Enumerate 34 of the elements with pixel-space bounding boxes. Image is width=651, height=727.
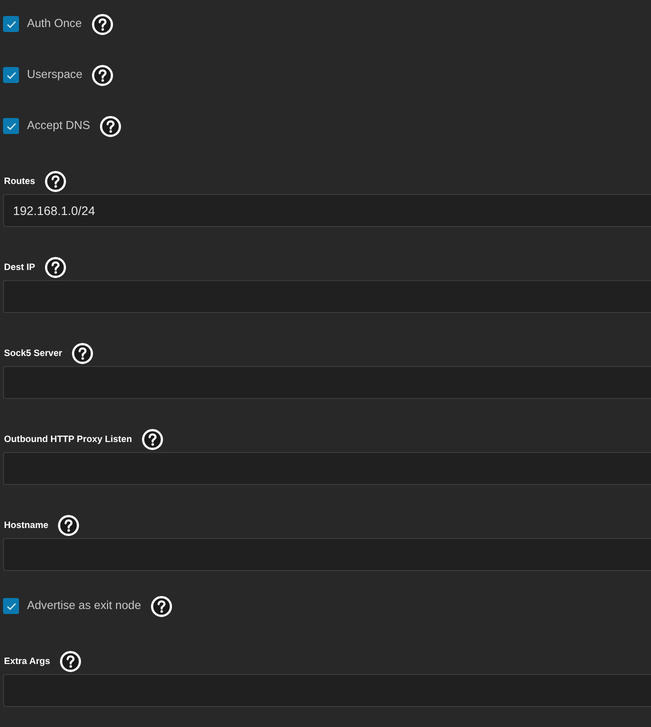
field-label: Extra Args (4, 654, 50, 668)
help-icon[interactable] (100, 116, 122, 136)
help-icon[interactable] (151, 596, 172, 616)
field-label: Dest IP (4, 260, 36, 274)
field-label: Sock5 Server (4, 346, 62, 360)
field-label: Outbound HTTP Proxy Listen (4, 432, 132, 446)
input-field[interactable] (3, 538, 651, 571)
checkmark-icon (6, 72, 16, 78)
checkbox[interactable] (3, 67, 19, 83)
help-icon[interactable] (45, 256, 66, 278)
input-field[interactable]: 192.168.1.0/24 (3, 194, 651, 227)
checkbox-label[interactable]: Auth Once (27, 16, 82, 32)
checkmark-icon (6, 122, 16, 130)
field-label: Hostname (4, 518, 48, 532)
checkmark-icon (6, 20, 16, 28)
help-icon[interactable] (58, 514, 80, 536)
help-icon[interactable] (92, 64, 114, 86)
field-label: Routes (4, 174, 36, 188)
checkbox-label[interactable]: Advertise as exit node (27, 598, 142, 614)
checkmark-icon (6, 602, 16, 610)
checkbox[interactable] (3, 598, 19, 614)
input-field[interactable] (3, 366, 651, 399)
help-icon[interactable] (45, 170, 66, 192)
checkbox-label[interactable]: Userspace (27, 67, 82, 83)
checkbox-label[interactable]: Accept DNS (27, 118, 90, 134)
help-icon[interactable] (72, 342, 94, 364)
checkbox[interactable] (3, 118, 19, 134)
help-icon[interactable] (92, 14, 113, 34)
help-icon[interactable] (60, 650, 82, 672)
input-field[interactable] (3, 280, 651, 313)
input-field[interactable] (3, 674, 651, 707)
checkbox[interactable] (3, 16, 19, 32)
input-field[interactable] (3, 452, 651, 485)
help-icon[interactable] (142, 428, 163, 450)
